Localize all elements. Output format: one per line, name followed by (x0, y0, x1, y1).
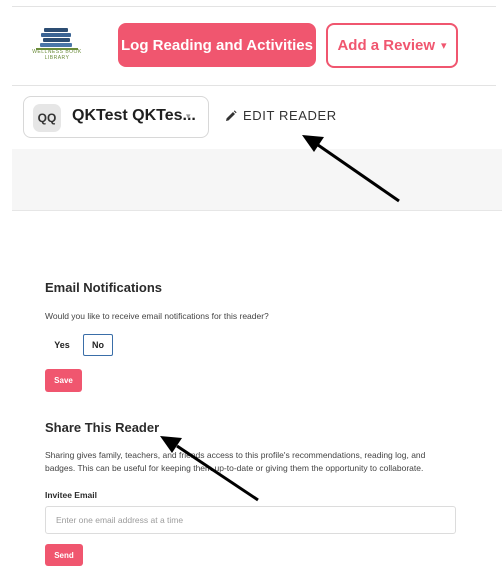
reader-name: QKTest QKTes... (72, 107, 196, 124)
option-yes[interactable]: Yes (45, 334, 79, 356)
add-review-button[interactable]: Add a Review ▾ (326, 23, 458, 68)
log-reading-button[interactable]: Log Reading and Activities (118, 23, 316, 67)
chevron-down-icon: ▾ (441, 40, 447, 52)
top-divider (12, 6, 496, 7)
send-button[interactable]: Send (45, 544, 83, 566)
edit-reader-button[interactable]: EDIT READER (225, 108, 337, 123)
email-notifications-title: Email Notifications (45, 280, 163, 295)
invitee-email-label: Invitee Email (45, 490, 97, 500)
option-no[interactable]: No (83, 334, 113, 356)
invitee-email-input[interactable] (45, 506, 456, 534)
edit-reader-label: EDIT READER (243, 108, 337, 123)
add-review-label: Add a Review (337, 37, 435, 54)
pencil-icon (226, 109, 237, 121)
reader-selector[interactable]: QQ QKTest QKTes... ▾ (23, 96, 209, 138)
share-description: Sharing gives family, teachers, and frie… (45, 450, 426, 473)
header-divider (12, 85, 496, 86)
share-reader-title: Share This Reader (45, 420, 160, 435)
chevron-down-icon: ▾ (186, 111, 191, 121)
email-notifications-question: Would you like to receive email notifica… (45, 311, 269, 321)
content-banner (12, 149, 502, 211)
save-button[interactable]: Save (45, 369, 82, 392)
logo-text: WELLNESS BOOK LIBRARY (32, 49, 82, 61)
log-reading-label: Log Reading and Activities (121, 36, 313, 54)
avatar: QQ (33, 104, 61, 132)
